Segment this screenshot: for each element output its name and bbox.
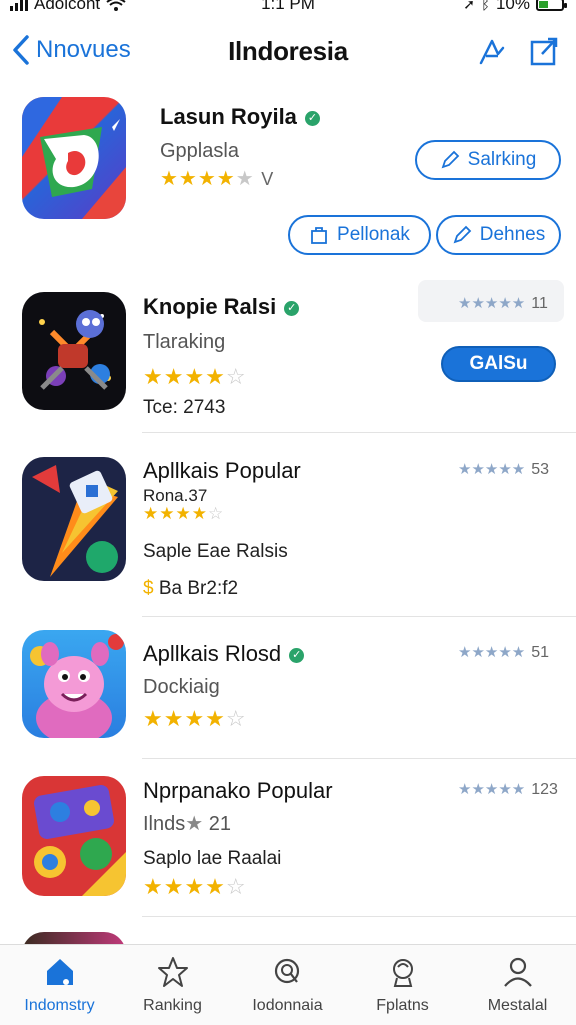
app-meta: Saple Eae Ralsis xyxy=(143,541,288,562)
pencil-icon xyxy=(453,225,472,244)
app-name: Nprpanako Popular xyxy=(143,778,333,803)
ranking-button[interactable]: Salrking xyxy=(415,140,561,180)
rating-stars: ★★★★☆ xyxy=(143,874,247,899)
app-icon-lasun[interactable] xyxy=(22,97,126,219)
search-icon xyxy=(274,958,299,984)
tab-search[interactable]: Iodonnaia xyxy=(230,955,345,1015)
get-button[interactable]: GAlSu xyxy=(441,346,556,382)
app-name: Apllkais Popular xyxy=(143,458,301,483)
app-name: Apllkais Rlosd ✓ xyxy=(143,641,305,667)
app-logo-icon xyxy=(22,97,126,219)
rating-stars: ★★★★☆ xyxy=(143,706,247,731)
app-subtitle: Dockiaig xyxy=(143,676,220,698)
rating-stars: ★★★★☆ xyxy=(143,504,225,523)
package-button[interactable]: Pellonak xyxy=(288,215,431,255)
verified-icon: ✓ xyxy=(289,647,305,663)
app-name: Lasun Royila ✓ xyxy=(160,104,320,130)
app-price: $ Ba Br2:f2 xyxy=(143,578,239,599)
coin-icon: $ xyxy=(143,578,154,599)
app-subtitle: Rona.37 xyxy=(143,486,208,505)
tab-ranking[interactable]: Ranking xyxy=(115,955,230,1015)
game-art-icon xyxy=(34,785,126,896)
featured-app-row: Lasun Royila ✓ Gpplasla ★★★★★ V Salrking … xyxy=(0,0,576,270)
divider xyxy=(142,616,576,617)
app-subtitle: Gpplasla xyxy=(160,140,239,162)
home-icon xyxy=(46,959,73,985)
tab-gifts[interactable]: Fplatns xyxy=(345,955,460,1015)
divider xyxy=(142,916,576,917)
app-icon-knopie[interactable] xyxy=(22,292,126,410)
star-icon xyxy=(157,957,188,987)
app-icon-nprpanako[interactable] xyxy=(22,776,126,896)
side-rating: ★★★★★ 51 xyxy=(458,644,550,661)
star-icon: ★ xyxy=(185,813,204,835)
app-subtitle: Ilnds★ 21 xyxy=(143,813,231,835)
pencil-icon xyxy=(441,150,459,169)
tab-profile[interactable]: Mestalal xyxy=(460,955,575,1015)
app-meta: Saplo lae Raalai xyxy=(143,848,282,869)
side-rating: ★★★★★ 11 xyxy=(458,295,548,312)
details-button[interactable]: Dehnes xyxy=(436,215,561,255)
app-name: Knopie Ralsi ✓ xyxy=(143,294,300,320)
pig-character-icon xyxy=(30,634,124,738)
rating-stars: ★★★★★ V xyxy=(160,168,275,190)
robot-art-icon xyxy=(39,310,111,390)
divider xyxy=(142,432,576,433)
app-icon-blossom[interactable] xyxy=(22,630,126,738)
app-meta: Tce: 2743 xyxy=(143,397,226,418)
person-icon xyxy=(503,957,532,987)
app-icon-popular[interactable] xyxy=(22,457,126,581)
tab-home[interactable]: Indomstry xyxy=(2,955,117,1015)
gift-icon xyxy=(392,959,413,987)
side-rating: ★★★★★ 123 xyxy=(458,781,558,798)
bag-icon xyxy=(311,227,327,244)
divider xyxy=(142,758,576,759)
verified-icon: ✓ xyxy=(284,300,300,316)
tab-bar: Indomstry Ranking Iodonnaia Fplatns Mest… xyxy=(0,944,576,1025)
app-subtitle: Tlaraking xyxy=(143,331,226,353)
verified-icon: ✓ xyxy=(304,110,320,126)
side-rating: ★★★★★ 53 xyxy=(458,461,550,478)
rating-stars: ★★★★☆ xyxy=(143,364,247,389)
rocket-art-icon xyxy=(32,465,118,577)
